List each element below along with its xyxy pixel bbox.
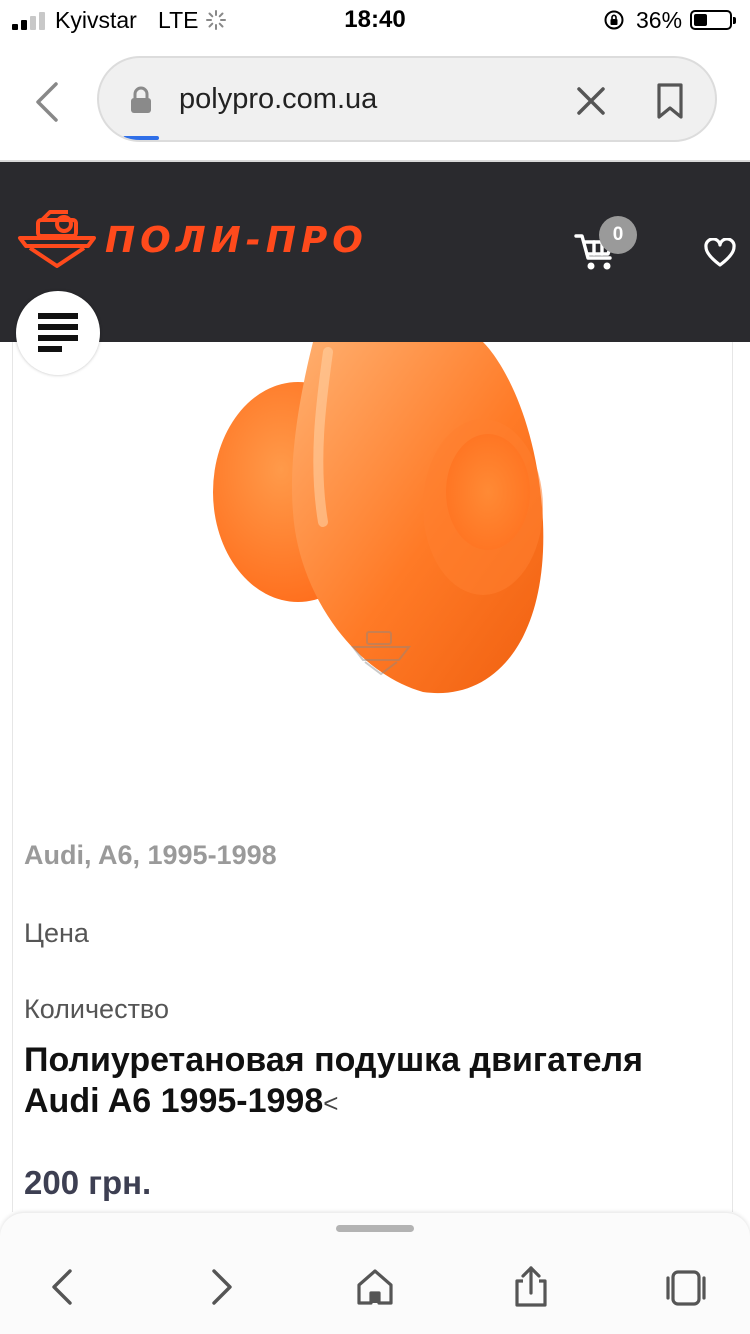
quantity-label: Количество	[24, 994, 169, 1024]
browser-toolbar	[0, 1213, 750, 1334]
share-icon[interactable]	[509, 1265, 553, 1309]
menu-button[interactable]	[16, 291, 100, 375]
battery-percent: 36%	[636, 7, 683, 33]
product-title[interactable]: Полиуретановая подушка двигателя Audi A6…	[24, 1040, 704, 1124]
price-label: Цена	[24, 918, 89, 948]
heart-icon[interactable]	[704, 238, 736, 268]
url-text: polypro.com.ua	[179, 83, 378, 115]
chevron-left-icon[interactable]	[30, 78, 66, 126]
status-bar: Kyivstar LTE 18:40 36%	[0, 0, 750, 40]
chevron-right-icon[interactable]	[198, 1265, 242, 1309]
chevron-left-icon[interactable]	[42, 1265, 86, 1309]
home-icon[interactable]	[353, 1265, 397, 1309]
tabs-icon[interactable]	[664, 1265, 708, 1309]
bookmark-icon[interactable]	[655, 82, 685, 120]
price-value: 200 грн.	[24, 1164, 152, 1201]
page-load-progress	[123, 136, 159, 140]
product-title-suffix: <	[323, 1088, 339, 1118]
product-image[interactable]	[193, 342, 573, 702]
lock-icon	[131, 86, 151, 113]
browser-address-bar: polypro.com.ua	[0, 40, 750, 162]
product-meta: Audi, A6, 1995-1998	[24, 840, 277, 870]
url-field[interactable]: polypro.com.ua	[97, 56, 717, 142]
product-card: Audi, A6, 1995-1998 Цена Количество Поли…	[12, 342, 733, 1212]
logo-icon[interactable]	[16, 208, 98, 268]
battery-icon	[690, 10, 736, 30]
cart-count-badge[interactable]: 0	[599, 216, 637, 254]
toolbar-handle[interactable]	[336, 1225, 414, 1232]
logo-text[interactable]: ПОЛИ-ПРО	[105, 220, 368, 261]
site-header: ПОЛИ-ПРО 0	[0, 162, 750, 342]
close-icon[interactable]	[575, 85, 607, 117]
rotation-lock-icon	[604, 10, 624, 30]
